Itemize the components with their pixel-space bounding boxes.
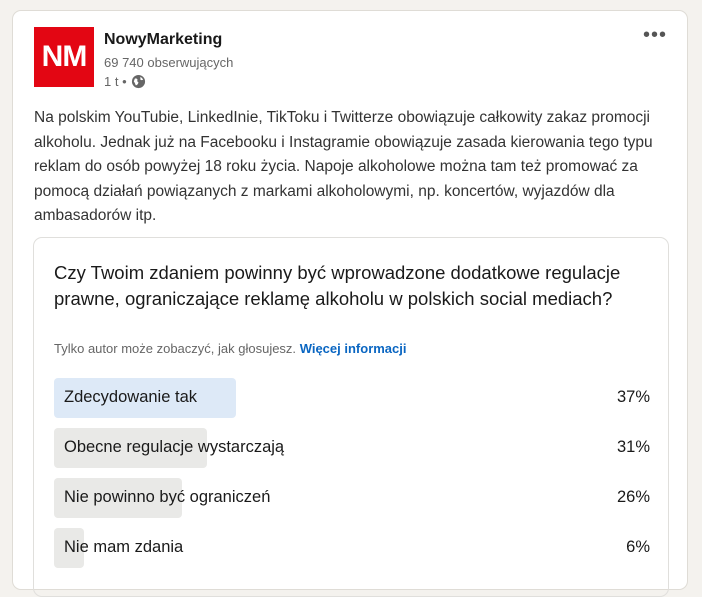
poll-option-label: Obecne regulacje wystarczają [64,438,285,456]
post-card: NM NowyMarketing 69 740 obserwujących 1 … [12,10,688,597]
poll-option[interactable]: Zdecydowanie tak 37% [54,378,650,418]
poll-option-label: Nie powinno być ograniczeń [64,488,271,506]
poll-privacy-note: Tylko autor może zobaczyć, jak głosujesz… [54,341,407,356]
poll: Czy Twoim zdaniem powinny być wprowadzon… [33,237,669,597]
poll-question: Czy Twoim zdaniem powinny być wprowadzon… [54,262,621,309]
post-meta: 1 t • [104,74,146,89]
poll-option[interactable]: Nie mam zdania 6% [54,528,650,568]
poll-option-percent: 26% [616,488,650,506]
follower-count: 69 740 obserwujących [104,55,234,70]
poll-option-percent: 6% [626,538,650,556]
poll-option[interactable]: Nie powinno być ograniczeń 26% [54,478,650,518]
author-logo[interactable]: NM [34,27,94,87]
poll-option[interactable]: Obecne regulacje wystarczają 31% [54,428,650,468]
author-name[interactable]: NowyMarketing [104,31,222,49]
poll-option-label: Zdecydowanie tak [64,388,197,406]
poll-option-label: Nie mam zdania [64,538,184,556]
post-time: 1 t • [104,74,127,89]
post-text: Na polskim YouTubie, LinkedInie, TikToku… [34,109,653,224]
more-info-link[interactable]: Więcej informacji [300,341,407,356]
poll-note-text: Tylko autor może zobaczyć, jak głosujesz… [54,341,297,356]
poll-option-percent: 31% [616,438,650,456]
more-options-icon[interactable]: ••• [643,25,667,45]
globe-icon [131,74,146,89]
poll-option-percent: 37% [616,388,650,406]
